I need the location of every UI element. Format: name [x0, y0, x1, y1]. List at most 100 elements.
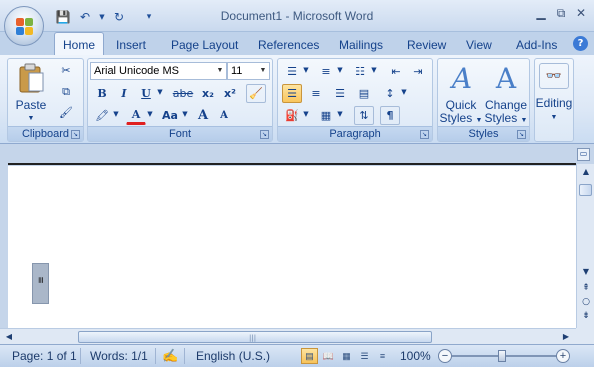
multilevel-list-icon[interactable]: ☷ — [350, 62, 370, 81]
justify-icon[interactable]: ▤ — [354, 84, 374, 103]
shrink-font-button[interactable]: A — [214, 106, 234, 125]
font-color-button[interactable]: A — [126, 106, 146, 125]
minimize-icon[interactable]: ▁ — [534, 4, 548, 22]
strikethrough-button[interactable]: abe — [170, 84, 196, 103]
scroll-up-icon[interactable]: ▲ — [580, 166, 592, 178]
font-size-field[interactable]: 11 ▼ — [227, 62, 270, 80]
ribbon-tabs: Home Insert Page Layout References Maili… — [0, 32, 594, 55]
styles-launcher-icon[interactable]: ↘ — [517, 130, 526, 139]
tab-view[interactable]: View — [466, 36, 492, 55]
editing-button[interactable]: Editing — [533, 97, 575, 110]
zoom-out-icon[interactable]: − — [438, 349, 452, 363]
draft-icon[interactable]: ≡ — [374, 348, 391, 364]
font-name-dropdown-icon[interactable]: ▼ — [214, 63, 226, 79]
next-page-icon[interactable]: ⇟ — [580, 310, 592, 322]
cut-icon[interactable]: ✂ — [56, 61, 76, 80]
font-name-field[interactable]: Arial Unicode MS ▼ — [90, 62, 227, 80]
sort-icon[interactable]: ⇅ — [354, 106, 374, 125]
scroll-left-icon[interactable]: ◀ — [3, 331, 15, 343]
subscript-button[interactable]: x₂ — [198, 84, 218, 103]
web-layout-icon[interactable]: ▦ — [338, 348, 355, 364]
tab-home[interactable]: Home — [54, 32, 105, 55]
font-launcher-icon[interactable]: ↘ — [260, 130, 269, 139]
highlight-dropdown-icon[interactable]: ▼ — [112, 110, 120, 118]
editing-dropdown-icon[interactable]: ▼ — [547, 111, 561, 124]
change-case-dropdown-icon[interactable]: ▼ — [181, 110, 189, 118]
word-count[interactable]: Words: 1/1 — [90, 349, 148, 363]
change-styles-button[interactable]: Change Styles ▼ — [482, 99, 530, 127]
zoom-level[interactable]: 100% — [400, 349, 431, 363]
office-button[interactable] — [4, 6, 44, 46]
underline-button[interactable]: U — [136, 84, 156, 103]
previous-page-icon[interactable]: ⇞ — [580, 282, 592, 294]
horizontal-scrollbar[interactable]: ◀ ||| ▶ — [0, 328, 576, 344]
tab-mailings[interactable]: Mailings — [339, 36, 383, 55]
language-indicator[interactable]: English (U.S.) — [196, 349, 270, 363]
tab-add-ins[interactable]: Add-Ins — [516, 36, 557, 55]
numbering-dropdown-icon[interactable]: ▼ — [336, 66, 344, 74]
align-right-icon[interactable]: ☰ — [330, 84, 350, 103]
tab-references[interactable]: References — [258, 36, 319, 55]
zoom-slider-thumb[interactable] — [498, 350, 506, 362]
change-case-button[interactable]: Aa — [158, 106, 182, 125]
paste-dropdown-icon[interactable]: ▼ — [24, 112, 38, 125]
document-page[interactable] — [8, 166, 576, 328]
restore-icon[interactable]: ⧉ — [554, 4, 568, 22]
bold-button[interactable]: B — [92, 84, 112, 103]
horizontal-scroll-thumb[interactable]: ||| — [78, 331, 432, 343]
numbering-icon[interactable]: ≡ — [316, 62, 336, 81]
font-color-dropdown-icon[interactable]: ▼ — [146, 110, 154, 118]
line-spacing-dropdown-icon[interactable]: ▼ — [400, 88, 408, 96]
view-ruler-icon[interactable]: ▭ — [577, 148, 590, 161]
shading-dropdown-icon[interactable]: ▼ — [302, 110, 310, 118]
tab-insert[interactable]: Insert — [116, 36, 146, 55]
copy-icon[interactable]: ⧉ — [56, 82, 76, 101]
page-count[interactable]: Page: 1 of 1 — [12, 349, 77, 363]
paragraph-group-label: Paragraph — [278, 126, 432, 141]
tab-page-layout[interactable]: Page Layout — [171, 36, 238, 55]
italic-button[interactable]: I — [114, 84, 134, 103]
tab-review[interactable]: Review — [407, 36, 446, 55]
paste-icon[interactable] — [14, 61, 48, 95]
align-center-icon[interactable]: ≡ — [306, 84, 326, 103]
browse-object-icon[interactable]: ○ — [580, 296, 592, 308]
outline-icon[interactable]: ☰ — [356, 348, 373, 364]
quick-styles-button[interactable]: Quick Styles ▼ — [438, 99, 484, 127]
highlight-icon[interactable]: 🖍 — [92, 106, 112, 125]
binoculars-icon[interactable]: 👓 — [539, 63, 569, 89]
proofing-icon[interactable]: ✍ — [162, 348, 178, 364]
show-marks-button[interactable]: ¶ — [380, 106, 400, 125]
zoom-in-icon[interactable]: + — [556, 349, 570, 363]
paste-button[interactable]: Paste — [13, 99, 49, 112]
editing-group: 👓 Editing ▼ — [534, 58, 574, 142]
vertical-scroll-thumb[interactable] — [579, 184, 592, 196]
line-spacing-icon[interactable]: ↕ — [380, 84, 400, 103]
borders-dropdown-icon[interactable]: ▼ — [336, 110, 344, 118]
decrease-indent-icon[interactable]: ⇤ — [386, 62, 406, 81]
superscript-button[interactable]: x² — [220, 84, 240, 103]
underline-dropdown-icon[interactable]: ▼ — [156, 88, 164, 96]
shading-icon[interactable]: ⛽ — [282, 106, 302, 125]
vertical-scrollbar[interactable]: ▲ ▼ ⇞ ○ ⇟ — [576, 164, 594, 328]
help-icon[interactable]: ? — [573, 36, 588, 51]
clipboard-launcher-icon[interactable]: ↘ — [71, 130, 80, 139]
multilevel-dropdown-icon[interactable]: ▼ — [370, 66, 378, 74]
bullets-dropdown-icon[interactable]: ▼ — [302, 66, 310, 74]
increase-indent-icon[interactable]: ⇥ — [408, 62, 428, 81]
scroll-down-icon[interactable]: ▼ — [580, 266, 592, 278]
scroll-right-icon[interactable]: ▶ — [560, 331, 572, 343]
grow-font-button[interactable]: A — [193, 106, 213, 125]
bullets-icon[interactable]: ☰ — [282, 62, 302, 81]
print-layout-icon[interactable]: ▤ — [301, 348, 318, 364]
quick-styles-icon[interactable]: A — [442, 61, 482, 95]
format-painter-icon[interactable]: 🖌 — [56, 103, 76, 122]
font-size-dropdown-icon[interactable]: ▼ — [257, 63, 269, 79]
borders-icon[interactable]: ▦ — [316, 106, 336, 125]
change-styles-icon[interactable]: A — [486, 61, 526, 95]
clipboard-group: Paste ▼ ✂ ⧉ 🖌 Clipboard ↘ — [7, 58, 84, 142]
close-icon[interactable]: ✕ — [574, 4, 588, 22]
clear-formatting-icon[interactable]: 🧹 — [246, 84, 266, 103]
paragraph-launcher-icon[interactable]: ↘ — [420, 130, 429, 139]
align-left-icon[interactable]: ☰ — [282, 84, 302, 103]
full-screen-reading-icon[interactable]: 📖 — [320, 348, 337, 364]
